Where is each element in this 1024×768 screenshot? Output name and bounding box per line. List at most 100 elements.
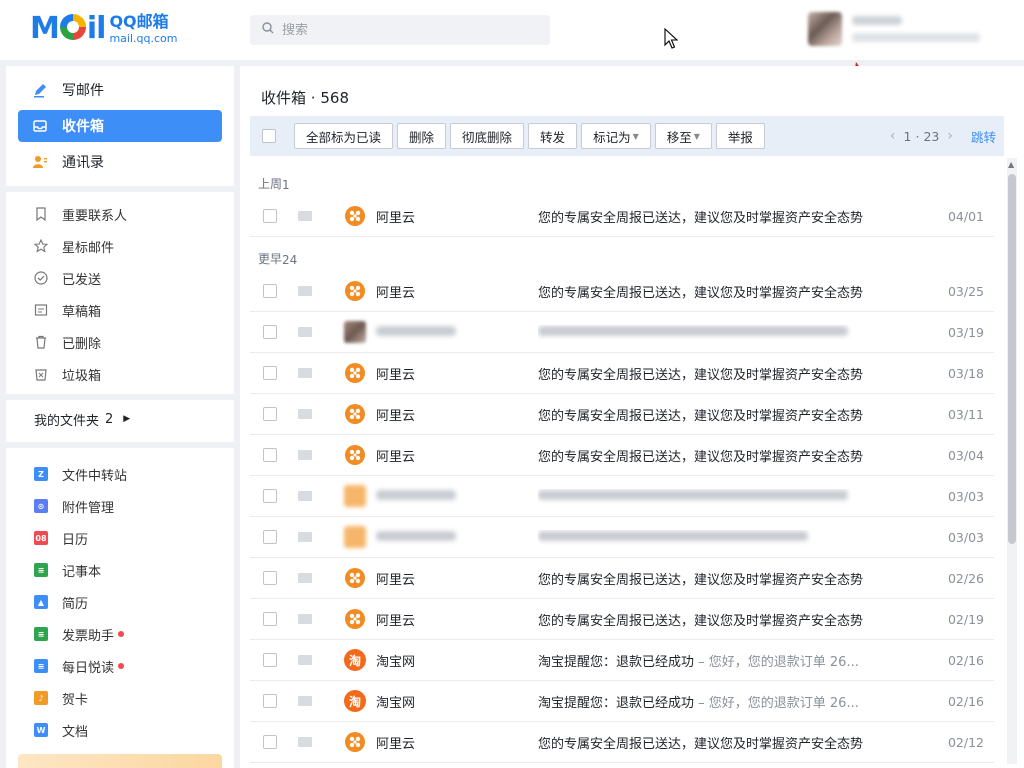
email-row[interactable]: 淘淘宝网 淘宝提醒您：退款已经成功 – 您好，您的退款订单 26... 02/16 <box>250 681 994 722</box>
email-row[interactable]: 阿里云 您的专属安全周报已送达，建议您及时掌握资产安全态势 02/12 <box>250 722 994 763</box>
email-row[interactable]: 03/03 <box>250 476 994 517</box>
email-row[interactable]: 03/19 <box>250 312 994 353</box>
search-input[interactable] <box>282 22 532 38</box>
envelope-icon <box>298 655 312 665</box>
email-checkbox[interactable] <box>263 448 277 462</box>
email-checkbox[interactable] <box>263 735 277 749</box>
sidebar-item-label: 记事本 <box>62 564 102 580</box>
scrollbar[interactable]: ▲ <box>1007 158 1017 764</box>
delete-permanently-button[interactable]: 彻底删除 <box>450 123 525 149</box>
email-checkbox[interactable] <box>263 284 277 298</box>
move-to-button[interactable]: 移至 ▼ <box>654 123 712 149</box>
email-subject <box>538 489 868 504</box>
sidebar-tool-item[interactable]: ▲ 简历 <box>6 586 234 618</box>
email-list: 上周 1 阿里云 您的专属安全周报已送达，建议您及时掌握资产安全态势 04/01 更早 … <box>250 162 994 768</box>
email-date: 04/01 <box>947 208 984 224</box>
sidebar-item-label: 收件箱 <box>62 119 104 135</box>
sidebar-item-inbox[interactable]: 收件箱 <box>18 110 222 142</box>
pagination: ‹ 1 · 23 › 跳转 <box>889 127 996 146</box>
jump-page-link[interactable]: 跳转 <box>971 127 996 146</box>
sidebar-item-label: 通讯录 <box>62 155 104 171</box>
sidebar-tool-item[interactable]: ⊙ 附件管理 <box>6 490 234 522</box>
mark-as-button[interactable]: 标记为 ▼ <box>581 123 651 149</box>
email-checkbox[interactable] <box>263 325 277 339</box>
envelope-icon <box>298 573 312 583</box>
forward-button[interactable]: 转发 <box>528 123 578 149</box>
caret-down-icon: ▼ <box>693 131 700 141</box>
promo-banner[interactable] <box>18 754 222 768</box>
email-checkbox[interactable] <box>263 489 277 503</box>
select-all-checkbox[interactable] <box>262 129 276 143</box>
email-checkbox[interactable] <box>263 366 277 380</box>
list-group-header: 更早 24 <box>250 237 994 271</box>
sidebar-tool-item[interactable]: ≡ 每日悦读 <box>6 650 234 682</box>
email-checkbox[interactable] <box>263 530 277 544</box>
pen-icon <box>32 82 48 98</box>
email-checkbox[interactable] <box>263 694 277 708</box>
email-checkbox[interactable] <box>263 612 277 626</box>
avatar[interactable] <box>808 12 842 46</box>
email-row[interactable]: 阿里云 您的专属安全周报已送达，建议您及时掌握资产安全态势 02/19 <box>250 599 994 640</box>
draft-icon <box>34 303 48 317</box>
next-page-icon[interactable]: › <box>947 128 953 144</box>
email-row[interactable]: 阿里云 您的专属安全周报已送达，建议您及时掌握资产安全态势 03/25 <box>250 271 994 312</box>
sidebar-folder-item[interactable]: 草稿箱 <box>6 294 234 326</box>
delete-button[interactable]: 删除 <box>397 123 447 149</box>
bookmark-icon <box>34 207 48 221</box>
tool-icon: Z <box>34 467 48 481</box>
total-pages: 23 <box>923 128 940 144</box>
email-date: 02/16 <box>947 652 984 668</box>
my-folders-toggle[interactable]: 我的文件夹 2 ▶ <box>6 394 234 438</box>
sidebar-tool-item[interactable]: 08 日历 <box>6 522 234 554</box>
sidebar-item-compose[interactable]: 写邮件 <box>18 74 222 106</box>
email-row[interactable]: 淘淘宝网 淘宝提醒您：退款已经成功 – 您好，您的退款订单 26... 02/16 <box>250 640 994 681</box>
sidebar-folder-item[interactable]: 星标邮件 <box>6 230 234 262</box>
email-row[interactable]: 阿里云 您的专属安全周报已送达，建议您及时掌握资产安全态势 04/01 <box>250 196 994 237</box>
email-checkbox[interactable] <box>263 571 277 585</box>
sidebar-tool-item[interactable]: ≡ 记事本 <box>6 554 234 586</box>
mark-all-read-button[interactable]: 全部标为已读 <box>294 123 394 149</box>
email-row[interactable]: 阿里云 您的专属安全周报已送达，建议您及时掌握资产安全态势 03/11 <box>250 394 994 435</box>
sidebar-folder-item[interactable]: 重要联系人 <box>6 198 234 230</box>
email-row[interactable]: 阿里云 您的专属安全周报已送达，建议您及时掌握资产安全态势 03/18 <box>250 353 994 394</box>
report-button[interactable]: 举报 <box>715 123 765 149</box>
logo-domain: mail.qq.com <box>109 32 178 45</box>
email-row[interactable]: 03/03 <box>250 517 994 558</box>
email-date: 02/12 <box>947 734 984 750</box>
button-label: 全部标为已读 <box>306 129 382 145</box>
email-checkbox[interactable] <box>263 209 277 223</box>
sidebar-item-label: 已删除 <box>62 336 102 352</box>
envelope-icon <box>298 450 312 460</box>
aliyun-logo-icon <box>344 731 366 753</box>
sidebar-folders: 重要联系人 星标邮件 已发送 草稿箱已删除垃圾箱 我的文件夹 2 ▶ <box>6 192 234 442</box>
group-label: 更早 <box>258 252 283 266</box>
tool-icon: W <box>34 723 48 737</box>
top-bar: Mil QQ邮箱 mail.qq.com <box>0 0 1024 60</box>
qq-mail-logo[interactable]: Mil QQ邮箱 mail.qq.com <box>30 12 177 46</box>
envelope-icon <box>298 286 312 296</box>
email-row[interactable]: 阿里云 您的专属安全周报已送达，建议您及时掌握资产安全态势 03/04 <box>250 435 994 476</box>
inbox-icon <box>32 118 48 134</box>
sidebar-item-contacts[interactable]: 通讯录 <box>18 146 222 178</box>
sidebar-folder-item[interactable]: 已删除 <box>6 326 234 358</box>
aliyun-logo-icon <box>344 444 366 466</box>
sidebar-tool-item[interactable]: Z 文件中转站 <box>6 458 234 490</box>
sidebar-tool-item[interactable]: ♪ 贺卡 <box>6 682 234 714</box>
mouse-cursor-icon <box>664 27 679 54</box>
sidebar-folder-item[interactable]: 垃圾箱 <box>6 358 234 390</box>
email-date: 03/04 <box>947 447 984 463</box>
email-checkbox[interactable] <box>263 407 277 421</box>
user-name-redacted <box>852 16 902 25</box>
prev-page-icon[interactable]: ‹ <box>890 128 896 144</box>
email-row[interactable]: 阿里云 您的专属安全周报已送达，建议您及时掌握资产安全态势 02/26 <box>250 558 994 599</box>
sidebar-item-label: 文档 <box>62 724 89 740</box>
sidebar-tool-item[interactable]: ≡ 发票助手 <box>6 618 234 650</box>
email-checkbox[interactable] <box>263 653 277 667</box>
sidebar-tool-item[interactable]: W 文档 <box>6 714 234 746</box>
inbox-panel: 收件箱 · 568 全部标为已读 删除 彻底删除 转发 标记为 ▼ 移至 ▼ 举报 ‹ 1 · … <box>240 66 1024 768</box>
group-label: 上周 <box>258 177 283 191</box>
user-account[interactable] <box>808 12 980 46</box>
sidebar-folder-item[interactable]: 已发送 <box>6 262 234 294</box>
scrollbar-thumb[interactable] <box>1008 174 1016 544</box>
search-box[interactable] <box>250 15 550 45</box>
